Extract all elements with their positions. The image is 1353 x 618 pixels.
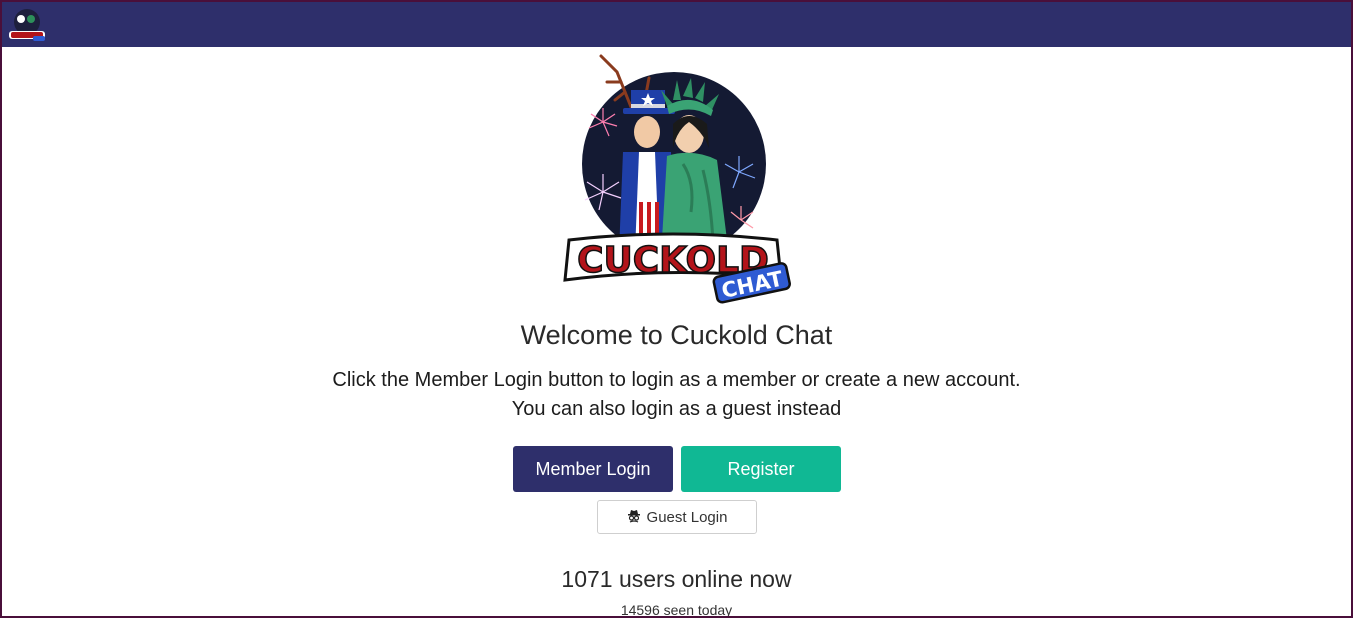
member-login-button[interactable]: Member Login: [513, 446, 673, 492]
cuckold-chat-logo: CUCKOLD CHAT: [563, 54, 791, 304]
intro-line-1: Click the Member Login button to login a…: [332, 369, 1021, 391]
guest-login-label: Guest Login: [646, 508, 728, 526]
page-frame: CUCKOLD CHAT Welcome to Cuckold Chat Cli…: [0, 0, 1353, 618]
guest-login-button[interactable]: Guest Login: [597, 500, 757, 534]
top-navbar: [2, 2, 1351, 47]
intro-line-2: You can also login as a guest instead: [511, 398, 842, 420]
seen-today: 14596 seen today: [620, 602, 733, 618]
online-count: 1071 users online now: [561, 566, 792, 592]
welcome-title: Welcome to Cuckold Chat: [520, 320, 833, 350]
spy-icon: [627, 509, 641, 525]
register-button[interactable]: Register: [681, 446, 841, 492]
welcome-intro: Click the Member Login button to login a…: [2, 366, 1351, 424]
site-logo-small-icon[interactable]: [7, 7, 47, 43]
